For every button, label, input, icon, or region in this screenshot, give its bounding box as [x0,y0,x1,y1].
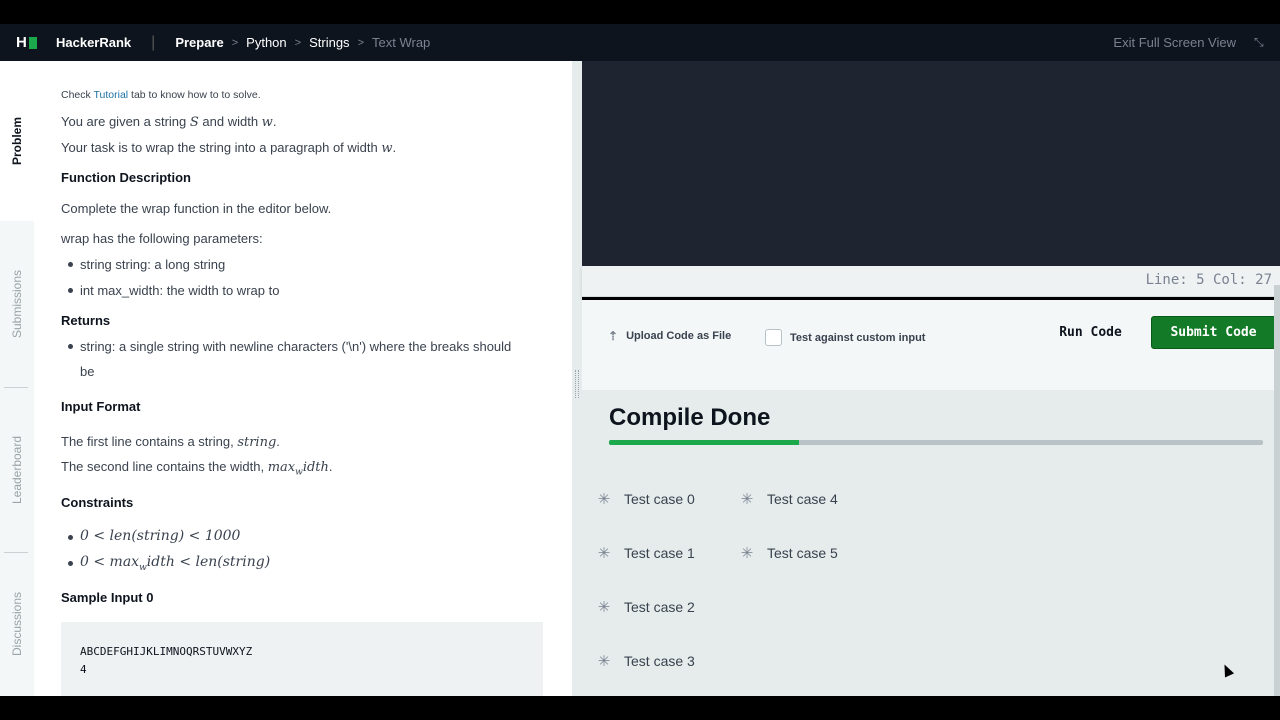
editor-actions: ⇡ Upload Code as File Test against custo… [582,300,1280,390]
problem-sidebar: Problem Submissions Leaderboard Discussi… [0,61,34,696]
spinner-icon: ✳ [597,653,611,670]
spinner-icon: ✳ [740,545,754,562]
chevron-right-icon: > [231,36,239,49]
returns-text-line-1: string: a single string with newline cha… [80,339,512,354]
constraint-1: 0 < len(string) < 1000 [80,528,241,544]
sample-input-block: ABCDEFGHIJKLIMNOQRSTUVWXYZ 4 [61,622,543,696]
results-panel: Compile Done ✳ Test case 0 ✳ Test case 1 ✳… [582,390,1280,696]
hackerrank-logo-icon[interactable]: H [16,35,38,50]
input-format-line-1: The first line contains a string, string… [61,434,280,450]
sample-input-heading: Sample Input 0 [61,590,154,605]
submit-code-button[interactable]: Submit Code [1151,316,1276,349]
param-item: string string: a long string [80,257,226,272]
function-description-heading: Function Description [61,170,191,185]
breadcrumb-strings[interactable]: Strings [309,35,349,50]
intro-line-2: Your task is to wrap the string into a p… [61,140,397,156]
constraints-heading: Constraints [61,495,134,510]
param-item: int max_width: the width to wrap to [80,283,280,298]
cursor-position: Line: 5 Col: 27 [1145,272,1272,288]
test-case-tab[interactable]: ✳ Test case 4 [739,490,838,508]
parameters-intro: wrap has the following parameters: [61,231,263,246]
test-case-tab[interactable]: ✳ Test case 3 [596,652,695,670]
compile-status: Compile Done [609,404,771,431]
run-code-button[interactable]: Run Code [1043,316,1138,348]
bullet-icon [68,535,73,540]
function-description-text: Complete the wrap function in the editor… [61,201,332,216]
code-editor[interactable] [582,61,1280,266]
test-case-tab[interactable]: ✳ Test case 2 [596,598,695,616]
brand-name[interactable]: HackerRank [56,35,131,50]
progress-fill [609,440,799,445]
custom-input-checkbox[interactable] [765,329,782,346]
top-navbar: H HackerRank | Prepare > Python > String… [0,24,1280,61]
upload-code-button[interactable]: ⇡ Upload Code as File [608,329,731,343]
tutorial-link[interactable]: Tutorial [94,89,129,101]
editor-status-bar: Line: 5 Col: 27 [582,266,1280,297]
breadcrumb-current: Text Wrap [372,35,431,50]
spinner-icon: ✳ [740,491,754,508]
returns-text-line-2: be [80,364,95,379]
spinner-icon: ✳ [597,599,611,616]
breadcrumb-python[interactable]: Python [246,35,286,50]
problem-statement: Check Tutorial tab to know how to to sol… [34,61,572,696]
intro-line-1: You are given a string S and width w. [61,114,277,130]
spinner-icon: ✳ [597,545,611,562]
constraint-2: 0 < maxwidth < len(string) [80,554,271,573]
breadcrumb-prepare[interactable]: Prepare [175,35,223,50]
chevron-right-icon: > [294,36,302,49]
tab-discussions[interactable]: Discussions [0,552,34,696]
tab-leaderboard[interactable]: Leaderboard [0,387,34,552]
returns-heading: Returns [61,313,111,328]
input-format-heading: Input Format [61,399,141,414]
test-case-tab[interactable]: ✳ Test case 5 [739,544,838,562]
bullet-icon [68,262,73,267]
drag-handle-icon[interactable] [575,370,579,398]
bullet-icon [68,288,73,293]
exit-fullscreen-link[interactable]: Exit Full Screen View [1113,24,1236,61]
tab-problem[interactable]: Problem [0,61,34,221]
chevron-right-icon: > [357,36,364,49]
bullet-icon [68,344,73,349]
collapse-icon[interactable]: ⤡ [1254,36,1266,48]
test-case-tab[interactable]: ✳ Test case 0 [596,490,695,508]
upload-icon: ⇡ [608,329,619,343]
top-letterbox [0,0,1280,24]
input-format-line-2: The second line contains the width, maxw… [61,459,333,478]
test-case-tab[interactable]: ✳ Test case 1 [596,544,695,562]
bottom-letterbox [0,696,1280,720]
custom-input-toggle[interactable]: Test against custom input [765,329,925,346]
header-separator: | [151,33,156,51]
spinner-icon: ✳ [597,491,611,508]
compile-progress-bar [609,440,1263,445]
tutorial-hint: Check Tutorial tab to know how to to sol… [61,89,261,101]
results-scrollbar[interactable] [1274,285,1280,696]
tab-submissions[interactable]: Submissions [0,221,34,386]
bullet-icon [68,561,73,566]
